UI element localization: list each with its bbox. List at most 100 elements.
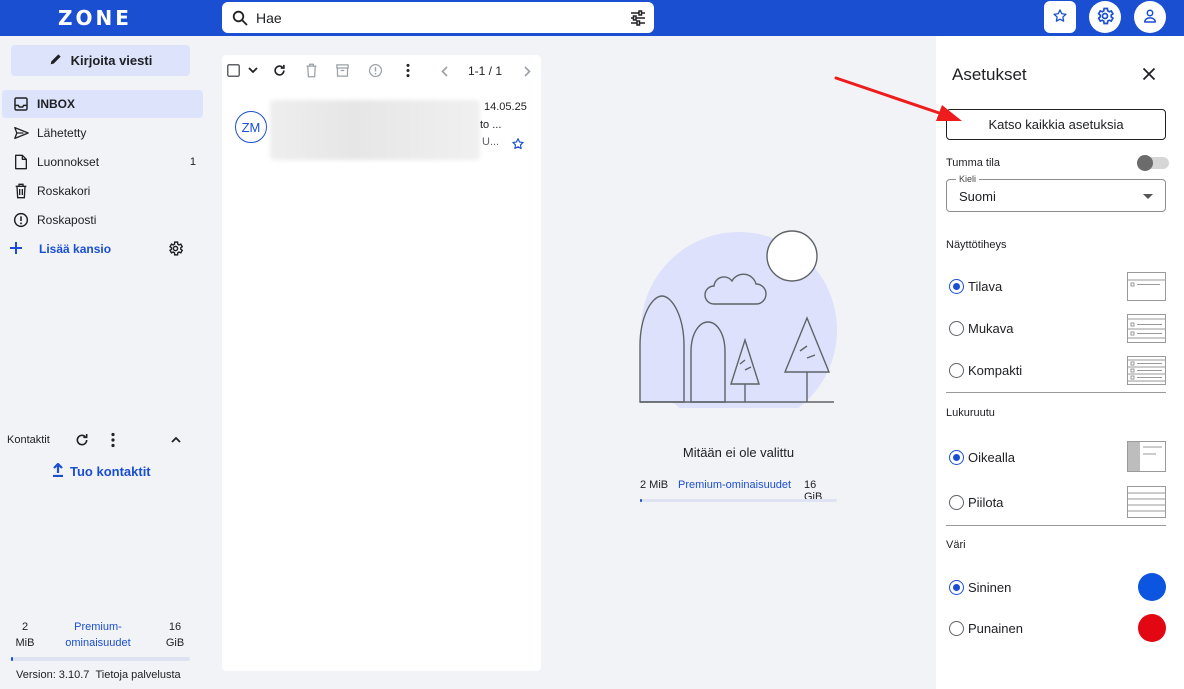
more-actions-icon[interactable]: [405, 63, 411, 78]
draft-icon: [11, 154, 31, 170]
star-icon[interactable]: [511, 137, 525, 154]
dark-mode-label: Tumma tila: [946, 157, 1000, 169]
premium-line-1: Premium-: [74, 621, 122, 633]
storage-total: 16 GiB: [163, 619, 187, 651]
density-option-label: Tilava: [968, 279, 1003, 294]
density-comfortable-preview-icon: [1127, 314, 1166, 343]
spam-icon: [11, 212, 31, 228]
mail-list-item[interactable]: ZM 14.05.25 to ... U...: [222, 99, 541, 163]
chevron-right-icon[interactable]: [524, 66, 531, 77]
sidebar-item-label: INBOX: [37, 97, 76, 111]
sidebar-item-trash[interactable]: Roskakori: [2, 177, 203, 205]
sidebar-item-label: Roskakori: [37, 184, 91, 198]
delete-icon[interactable]: [305, 63, 318, 78]
reading-pane-label: Lukuruutu: [946, 407, 995, 419]
compose-label: Kirjoita viesti: [70, 53, 153, 68]
favorites-button[interactable]: [1044, 1, 1076, 33]
reading-pane-option-right[interactable]: Oikealla: [949, 450, 1015, 465]
radio-selected: [949, 580, 964, 595]
storage-used-unit: MiB: [15, 637, 35, 649]
storage-total-unit: GiB: [165, 637, 185, 649]
settings-panel: Asetukset Katso kaikkia asetuksia Tumma …: [936, 36, 1184, 689]
density-spacious-preview-icon: [1127, 272, 1166, 301]
color-option-label: Punainen: [968, 621, 1023, 636]
search-bar[interactable]: Hae: [222, 2, 654, 33]
version-text: Version: 3.10.7: [16, 669, 90, 681]
view-all-settings-button[interactable]: Katso kaikkia asetuksia: [946, 109, 1166, 140]
density-option-label: Mukava: [968, 321, 1014, 336]
premium-link[interactable]: Premium- ominaisuudet: [58, 619, 138, 651]
density-compact-preview-icon: [1127, 356, 1166, 385]
trash-icon: [11, 183, 31, 199]
storage-bar-fill: [11, 657, 13, 661]
sidebar-item-inbox[interactable]: INBOX: [2, 90, 203, 118]
language-legend: Kieli: [956, 174, 980, 184]
chevron-down-icon[interactable]: [248, 67, 258, 74]
import-contacts-button[interactable]: Tuo kontaktit: [52, 462, 151, 480]
divider: [946, 525, 1166, 526]
upload-icon: [52, 462, 64, 480]
language-select[interactable]: Kieli Suomi: [946, 174, 1166, 212]
select-all-checkbox[interactable]: [227, 64, 240, 77]
chevron-up-icon[interactable]: [170, 434, 182, 449]
import-contacts-label: Tuo kontaktit: [70, 464, 151, 479]
chevron-left-icon[interactable]: [441, 66, 448, 77]
send-icon: [11, 125, 31, 141]
inbox-icon: [11, 96, 31, 112]
plus-icon: [8, 240, 24, 259]
sidebar-storage-bar: [11, 657, 190, 661]
annotation-arrow: [834, 76, 962, 121]
color-option-label: Sininen: [968, 580, 1012, 595]
avatar: ZM: [235, 111, 267, 143]
compose-button[interactable]: Kirjoita viesti: [11, 45, 190, 76]
settings-button[interactable]: [1089, 1, 1121, 33]
about-link[interactable]: Tietoja palvelusta: [95, 669, 180, 681]
sidebar-item-label: Luonnokset: [37, 155, 100, 169]
reading-pane-hidden-preview-icon: [1127, 486, 1166, 518]
density-option-comfortable[interactable]: Mukava: [949, 321, 1014, 336]
dark-mode-toggle[interactable]: [1137, 155, 1169, 171]
app-logo[interactable]: ZONE: [58, 6, 132, 30]
storage-used-value: 2: [21, 621, 29, 633]
close-icon[interactable]: [1142, 67, 1156, 84]
search-options-icon[interactable]: [630, 10, 646, 29]
report-spam-icon[interactable]: [368, 63, 383, 78]
premium-link[interactable]: Premium-ominaisuudet: [678, 479, 791, 491]
radio-selected: [949, 279, 964, 294]
star-icon: [1052, 8, 1068, 27]
red-color-swatch[interactable]: [1138, 614, 1166, 642]
add-folder-label: Lisää kansio: [39, 242, 112, 256]
archive-icon[interactable]: [335, 63, 350, 78]
mail-date: 14.05.25: [484, 101, 527, 113]
density-option-label: Kompakti: [968, 363, 1023, 378]
account-button[interactable]: [1134, 1, 1166, 33]
density-option-spacious[interactable]: Tilava: [949, 279, 1002, 294]
color-option-blue[interactable]: Sininen: [949, 580, 1011, 595]
premium-line-2: ominaisuudet: [65, 637, 131, 649]
contacts-more-icon[interactable]: [110, 432, 116, 451]
radio-unselected: [949, 363, 964, 378]
version-footer: Version: 3.10.7 Tietoja palvelusta: [16, 669, 181, 681]
radio-unselected: [949, 321, 964, 336]
density-label: Näyttötiheys: [946, 239, 1007, 251]
empty-state-text: Mitään ei ole valittu: [682, 445, 795, 460]
gear-icon: [1095, 6, 1115, 29]
sidebar-item-label: Lähetetty: [37, 126, 87, 140]
refresh-contacts-icon[interactable]: [74, 432, 90, 451]
storage-total-value: 16: [168, 621, 182, 633]
color-label: Väri: [946, 539, 966, 551]
dropdown-arrow-icon: [1143, 194, 1153, 199]
sidebar-item-sent[interactable]: Lähetetty: [2, 119, 203, 147]
reading-pane-option-hide[interactable]: Piilota: [949, 495, 1003, 510]
radio-unselected: [949, 495, 964, 510]
blue-color-swatch[interactable]: [1138, 573, 1166, 601]
sidebar-item-spam[interactable]: Roskaposti: [2, 206, 203, 234]
radio-selected: [949, 450, 964, 465]
density-option-compact[interactable]: Kompakti: [949, 363, 1022, 378]
search-input[interactable]: Hae: [256, 10, 282, 26]
divider: [946, 392, 1166, 393]
refresh-icon[interactable]: [272, 63, 287, 78]
sidebar-item-drafts[interactable]: Luonnokset 1: [2, 148, 203, 176]
folder-settings-icon[interactable]: [167, 240, 184, 260]
color-option-red[interactable]: Punainen: [949, 621, 1023, 636]
